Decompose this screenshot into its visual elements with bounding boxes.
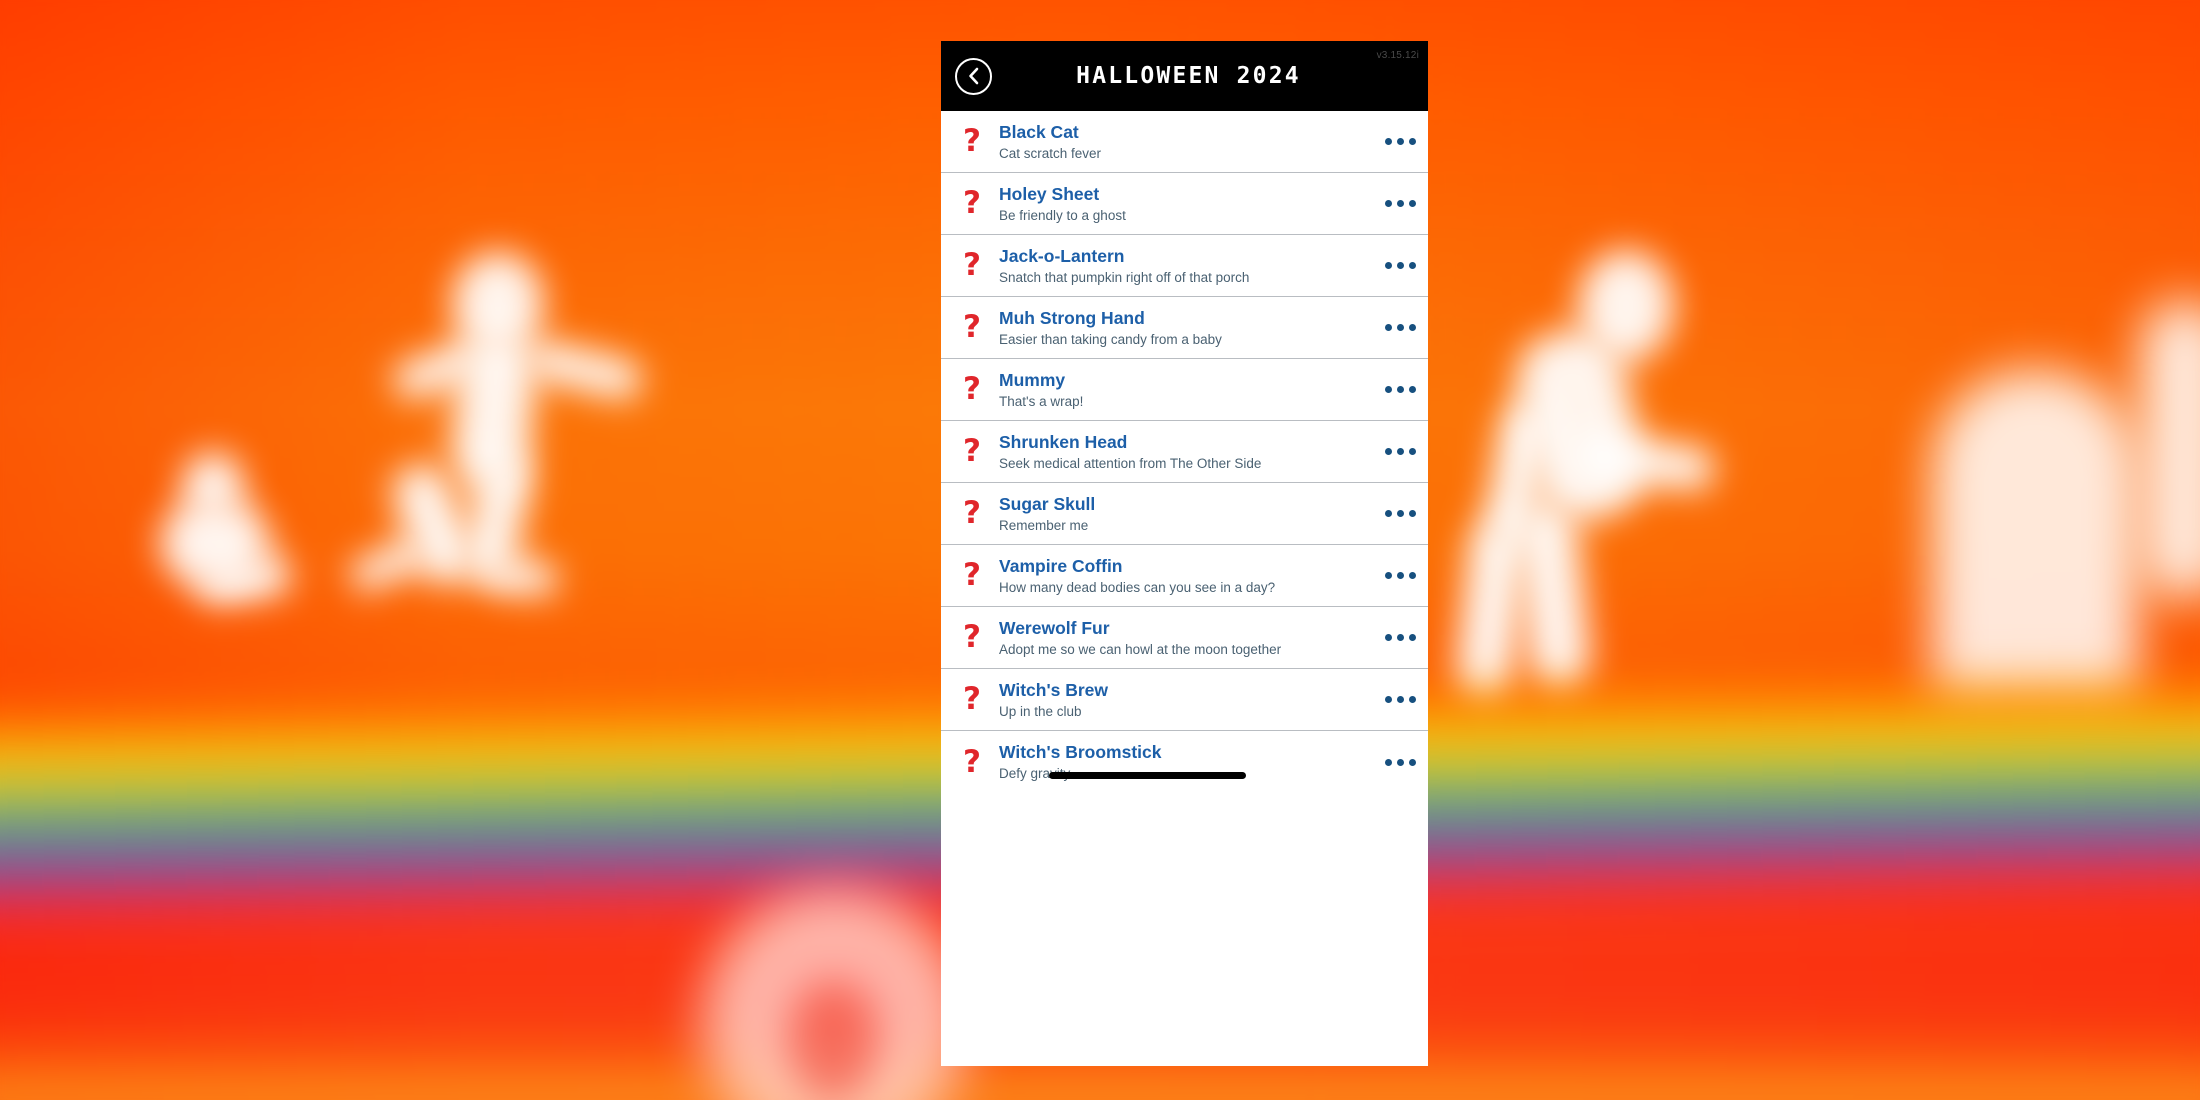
app-version-label: v3.15.12i xyxy=(1376,50,1419,61)
background-figure-right-edge xyxy=(2140,300,2200,600)
ellipsis-icon[interactable] xyxy=(1372,386,1428,393)
ellipsis-icon[interactable] xyxy=(1372,324,1428,331)
list-item-text: Vampire Coffin How many dead bodies can … xyxy=(999,555,1372,596)
question-mark-icon: ? xyxy=(963,557,981,593)
list-item-text: Sugar Skull Remember me xyxy=(999,493,1372,534)
list-item-subtitle: Be friendly to a ghost xyxy=(999,207,1126,223)
list-item-subtitle: Seek medical attention from The Other Si… xyxy=(999,455,1262,471)
ellipsis-icon[interactable] xyxy=(1372,572,1428,579)
list-item-subtitle: That's a wrap! xyxy=(999,393,1084,409)
list-item-title: Jack-o-Lantern xyxy=(999,245,1125,266)
list-item-text: Witch's Brew Up in the club xyxy=(999,679,1372,720)
question-mark-icon: ? xyxy=(963,681,981,717)
list-item-subtitle: Easier than taking candy from a baby xyxy=(999,331,1222,347)
question-mark-icon: ? xyxy=(963,743,981,780)
question-mark-icon: ? xyxy=(963,433,981,469)
list-item-title: Witch's Brew xyxy=(999,679,1109,700)
question-mark-icon: ? xyxy=(963,371,981,407)
list-item[interactable]: ? Werewolf Fur Adopt me so we can howl a… xyxy=(941,607,1428,669)
list-item-title: Black Cat xyxy=(999,121,1079,142)
question-mark-icon: ? xyxy=(963,619,981,655)
question-mark-icon: ? xyxy=(963,247,981,283)
ellipsis-icon[interactable] xyxy=(1372,758,1428,766)
list-item-subtitle: Cat scratch fever xyxy=(999,145,1102,161)
screen: HALLOWEEN 2024 v3.15.12i ? Black Cat Cat… xyxy=(0,0,2200,1100)
ellipsis-icon[interactable] xyxy=(1372,696,1428,703)
list-item-title: Mummy xyxy=(999,369,1066,390)
list-item-subtitle: Up in the club xyxy=(999,703,1082,719)
background-figure-zombie-head xyxy=(1578,250,1674,362)
chevron-left-icon xyxy=(966,67,982,85)
list-item-title: Sugar Skull xyxy=(999,493,1096,514)
app-header: HALLOWEEN 2024 v3.15.12i xyxy=(941,41,1428,111)
list-item[interactable]: ? Vampire Coffin How many dead bodies ca… xyxy=(941,545,1428,607)
ellipsis-icon[interactable] xyxy=(1372,448,1428,455)
question-mark-icon: ? xyxy=(963,309,981,345)
list-item[interactable]: ? Witch's Broomstick Defy gravity xyxy=(941,731,1428,793)
list-item[interactable]: ? Black Cat Cat scratch fever xyxy=(941,111,1428,173)
list-item-text: Mummy That's a wrap! xyxy=(999,369,1372,410)
background-tombstone xyxy=(1932,370,2138,700)
list-item[interactable]: ? Muh Strong Hand Easier than taking can… xyxy=(941,297,1428,359)
list-item[interactable]: ? Sugar Skull Remember me xyxy=(941,483,1428,545)
list-item-subtitle: Snatch that pumpkin right off of that po… xyxy=(999,269,1250,285)
page-title: HALLOWEEN 2024 xyxy=(1076,63,1301,89)
ellipsis-icon[interactable] xyxy=(1372,262,1428,269)
list-item-subtitle: How many dead bodies can you see in a da… xyxy=(999,579,1276,595)
list-item[interactable]: ? Holey Sheet Be friendly to a ghost xyxy=(941,173,1428,235)
list-item-text: Muh Strong Hand Easier than taking candy… xyxy=(999,307,1372,348)
list-item-subtitle: Remember me xyxy=(999,517,1089,533)
list-item-text: Jack-o-Lantern Snatch that pumpkin right… xyxy=(999,245,1372,286)
list-item[interactable]: ? Mummy That's a wrap! xyxy=(941,359,1428,421)
list-item[interactable]: ? Shrunken Head Seek medical attention f… xyxy=(941,421,1428,483)
app-panel: HALLOWEEN 2024 v3.15.12i ? Black Cat Cat… xyxy=(941,41,1428,1066)
question-mark-icon: ? xyxy=(963,123,981,159)
list-item-text: Witch's Broomstick Defy gravity xyxy=(999,741,1372,782)
list-item-title: Vampire Coffin xyxy=(999,555,1123,576)
question-mark-icon: ? xyxy=(963,185,981,221)
ellipsis-icon[interactable] xyxy=(1372,634,1428,641)
list-item-title: Holey Sheet xyxy=(999,183,1100,204)
ellipsis-icon[interactable] xyxy=(1372,138,1428,145)
list-item[interactable]: ? Jack-o-Lantern Snatch that pumpkin rig… xyxy=(941,235,1428,297)
list-item[interactable]: ? Witch's Brew Up in the club xyxy=(941,669,1428,731)
list-item-title: Muh Strong Hand xyxy=(999,307,1145,328)
list-item-title: Werewolf Fur xyxy=(999,617,1110,638)
list-item-text: Black Cat Cat scratch fever xyxy=(999,121,1372,162)
ellipsis-icon[interactable] xyxy=(1372,510,1428,517)
list-item-text: Shrunken Head Seek medical attention fro… xyxy=(999,431,1372,472)
question-mark-icon: ? xyxy=(963,495,981,531)
background-glow-orb-core xyxy=(790,985,876,1100)
list-item-title: Witch's Broomstick xyxy=(999,742,1162,763)
list-item-title: Shrunken Head xyxy=(999,431,1128,452)
list-item-text: Holey Sheet Be friendly to a ghost xyxy=(999,183,1372,224)
list-item-subtitle: Adopt me so we can howl at the moon toge… xyxy=(999,641,1282,657)
list-item-text: Werewolf Fur Adopt me so we can howl at … xyxy=(999,617,1372,658)
ellipsis-icon[interactable] xyxy=(1372,200,1428,207)
costume-list: ? Black Cat Cat scratch fever ? Holey Sh… xyxy=(941,111,1428,793)
list-item-subtitle: Defy gravity xyxy=(999,766,1071,782)
back-button[interactable] xyxy=(955,57,992,95)
